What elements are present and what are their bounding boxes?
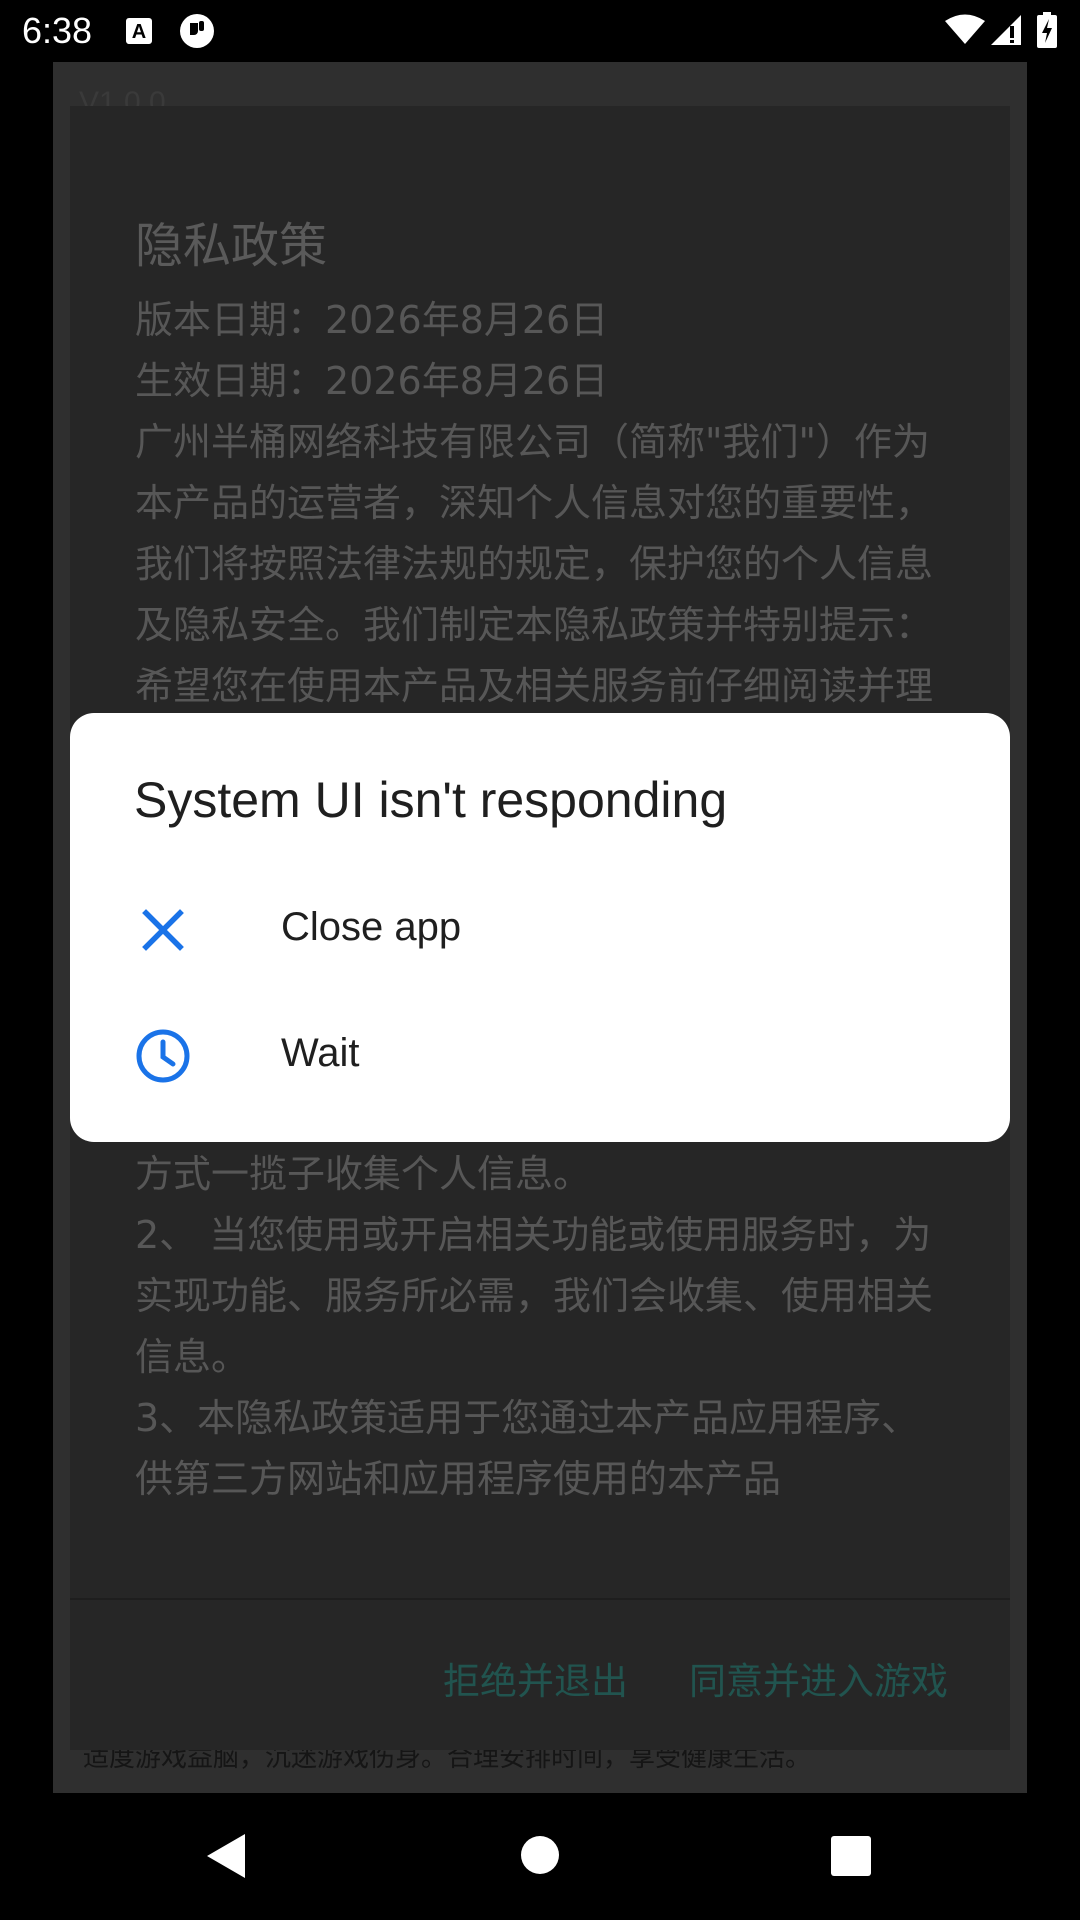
wait-option[interactable]: Wait xyxy=(70,993,1010,1117)
policy-line: 2、 当您使用或开启相关功能或使用服务时，为实现功能、服务所必需，我们会收集、使… xyxy=(135,1213,934,1379)
privacy-policy-title: 隐私政策 xyxy=(135,218,328,274)
font-a-notification-icon: A xyxy=(126,18,152,44)
policy-line: 3、本隐私政策适用于您通过本产品应用程序、供第三方网站和应用程序使用的本产品 xyxy=(135,1396,920,1501)
recents-icon[interactable] xyxy=(831,1836,871,1876)
status-bar: 6:38 A xyxy=(0,0,1080,62)
wait-label: Wait xyxy=(281,1031,360,1075)
svg-text:A: A xyxy=(132,21,146,43)
status-time: 6:38 xyxy=(22,10,93,51)
home-icon[interactable] xyxy=(520,1835,560,1875)
policy-line: 版本日期：2026年8月26日 xyxy=(135,298,609,342)
app-notification-icon xyxy=(180,14,214,48)
close-app-label: Close app xyxy=(281,905,462,949)
policy-line: 生效日期：2026年8月26日 xyxy=(135,359,609,403)
anr-dialog: System UI isn't responding Close app Wai… xyxy=(70,713,1010,1142)
wifi-icon xyxy=(945,14,985,44)
navigation-bar xyxy=(0,1793,1080,1920)
reject-and-exit-button[interactable]: 拒绝并退出 xyxy=(443,1651,628,1705)
battery-charging-icon xyxy=(1037,12,1057,48)
cellular-signal-icon xyxy=(991,15,1021,45)
agree-and-enter-button[interactable]: 同意并进入游戏 xyxy=(689,1651,948,1705)
divider xyxy=(70,1598,1010,1600)
close-icon xyxy=(142,909,184,951)
back-icon[interactable] xyxy=(205,1832,247,1880)
clock-icon xyxy=(136,1029,190,1083)
anr-dialog-title: System UI isn't responding xyxy=(134,772,728,828)
close-app-option[interactable]: Close app xyxy=(70,867,1010,991)
